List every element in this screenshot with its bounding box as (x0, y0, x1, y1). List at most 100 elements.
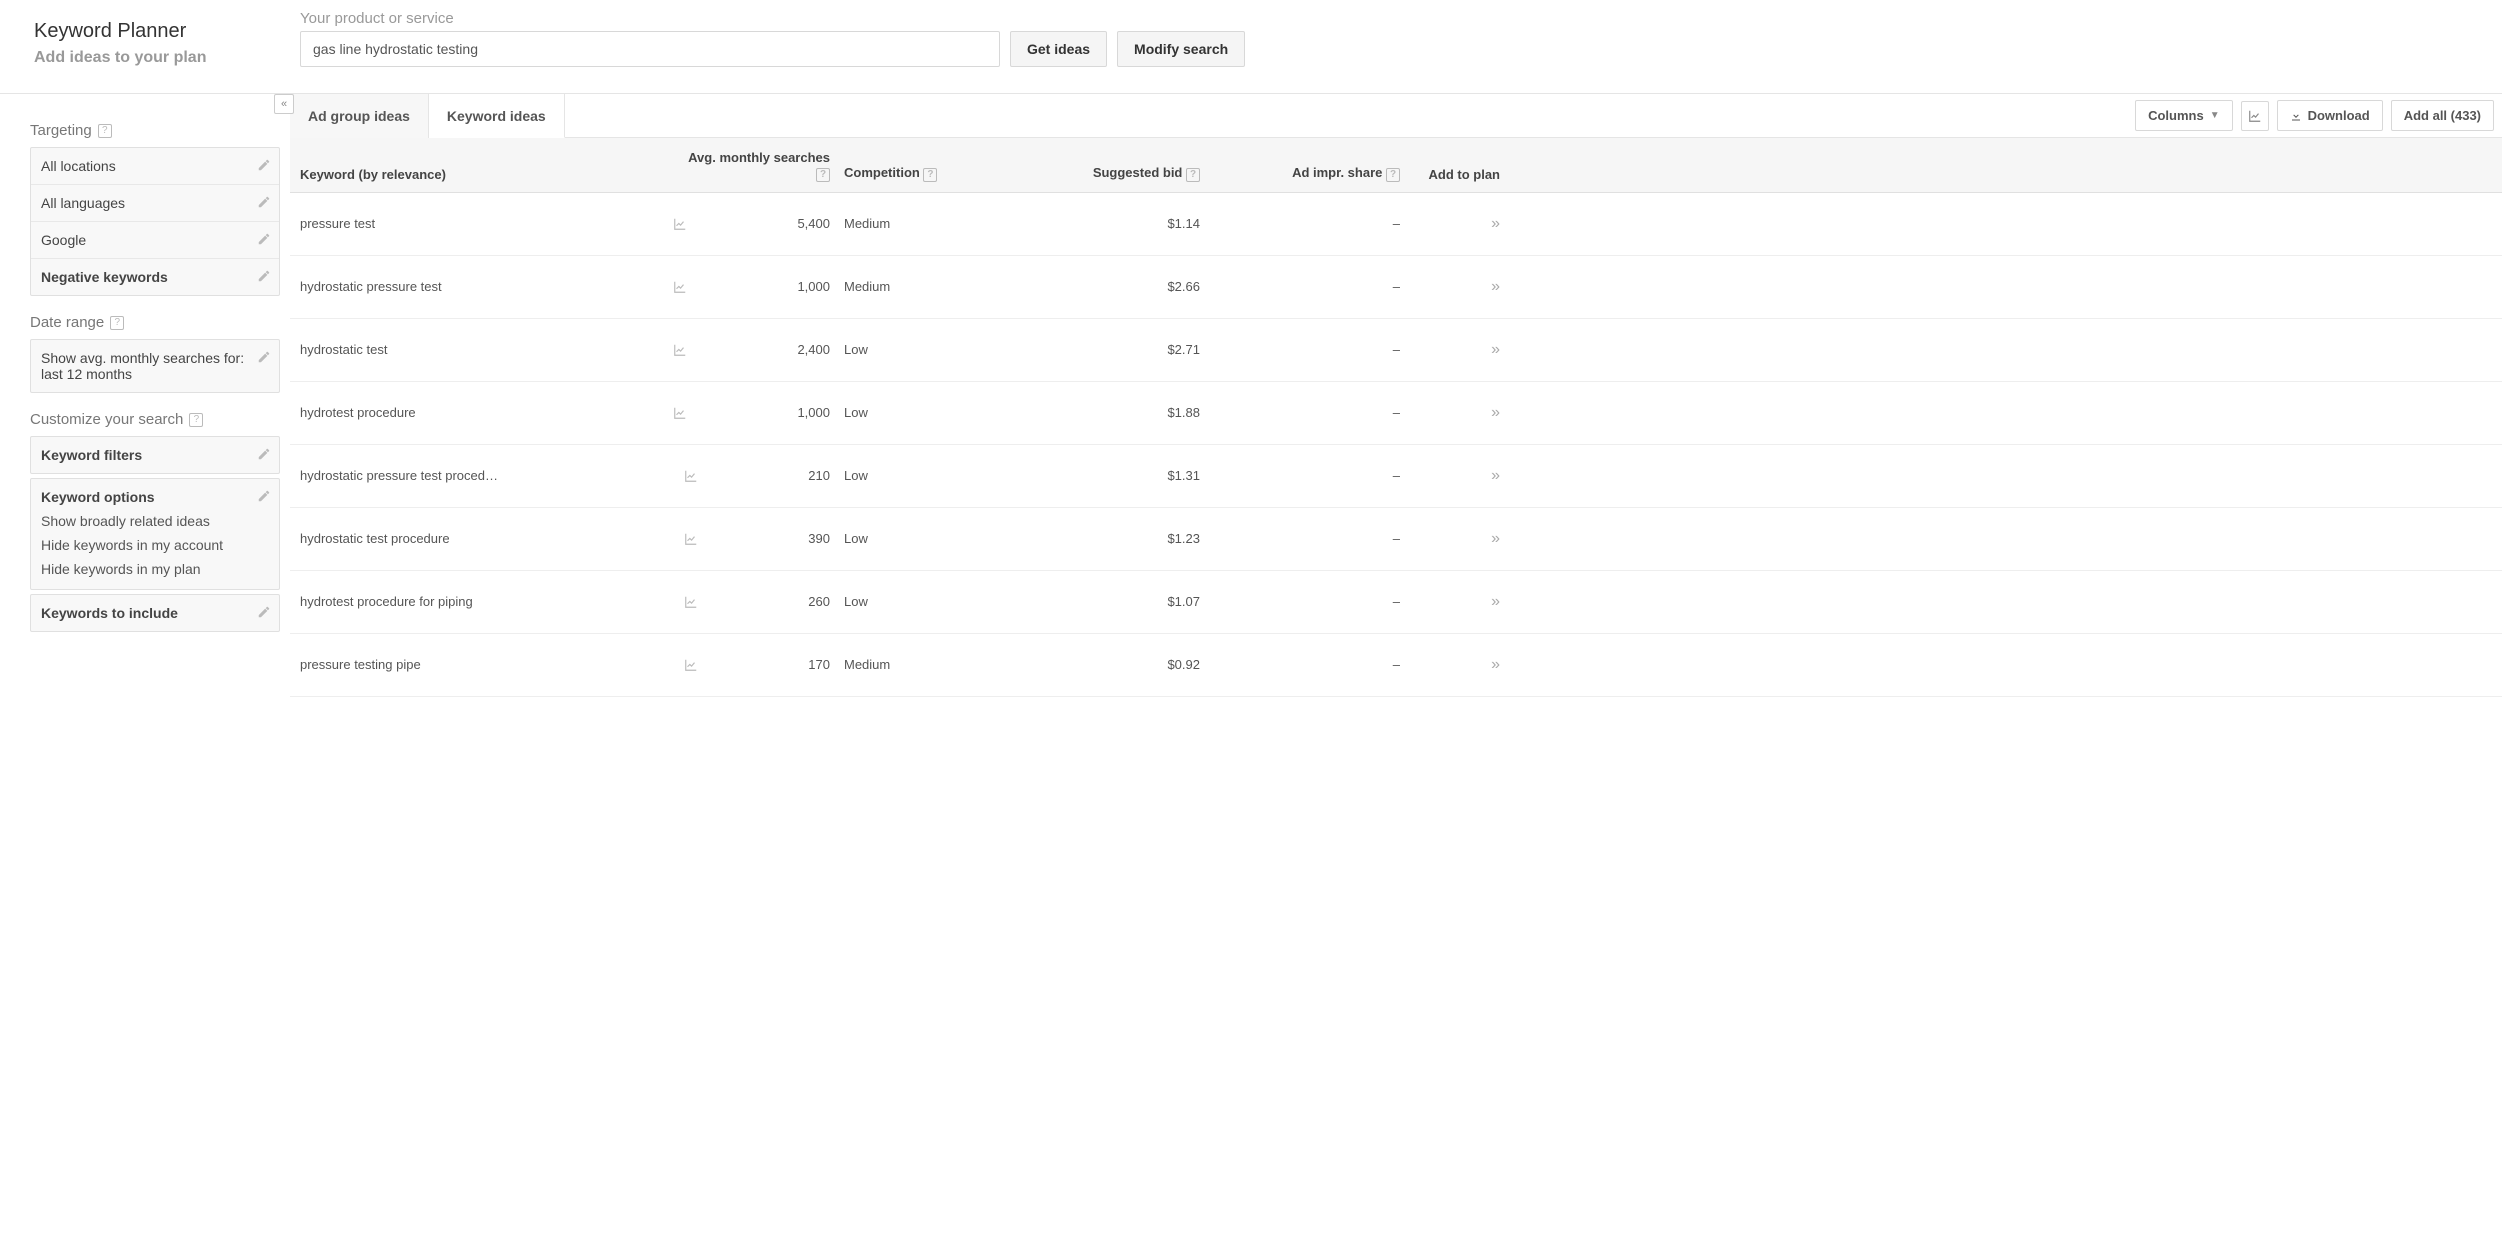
date-range-card[interactable]: Show avg. monthly searches for: last 12 … (30, 339, 280, 393)
add-to-plan-button[interactable]: » (1400, 215, 1500, 233)
keywords-include-card[interactable]: Keywords to include (30, 594, 280, 632)
cell-keyword[interactable]: hydrostatic pressure test (300, 279, 640, 294)
table-header: Keyword (by relevance) Avg. monthly sear… (290, 138, 2502, 193)
table-body: pressure test5,400Medium$1.14–» hydrostat… (290, 193, 2502, 697)
help-icon[interactable]: ? (189, 413, 203, 427)
add-to-plan-button[interactable]: » (1400, 593, 1500, 611)
cell-keyword[interactable]: hydrostatic pressure test proced… (300, 468, 640, 483)
pencil-icon[interactable] (257, 232, 271, 249)
chart-icon[interactable] (673, 217, 687, 231)
keyword-filters-card[interactable]: Keyword filters (30, 436, 280, 474)
keyword-options-label: Keyword options (41, 489, 155, 505)
search-input[interactable] (300, 31, 1000, 67)
help-icon[interactable]: ? (923, 168, 937, 182)
cell-bid: $2.66 (1030, 279, 1200, 294)
title-block: Keyword Planner Add ideas to your plan (0, 10, 300, 67)
keywords-include-item[interactable]: Keywords to include (31, 595, 279, 631)
cell-keyword[interactable]: pressure test (300, 216, 640, 231)
col-searches[interactable]: Avg. monthly searches ? (640, 150, 830, 182)
add-to-plan-button[interactable]: » (1400, 341, 1500, 359)
keyword-options-item[interactable]: Keyword options (31, 479, 279, 509)
chart-icon[interactable] (684, 595, 698, 609)
pencil-icon[interactable] (257, 195, 271, 212)
chart-icon[interactable] (673, 406, 687, 420)
targeting-item[interactable]: All locations (31, 148, 279, 185)
col-impr[interactable]: Ad impr. share ? (1200, 165, 1400, 182)
cell-searches: 1,000 (640, 405, 830, 420)
add-all-button[interactable]: Add all (433) (2391, 100, 2494, 131)
cell-keyword[interactable]: pressure testing pipe (300, 657, 640, 672)
chart-icon[interactable] (684, 532, 698, 546)
help-icon[interactable]: ? (816, 168, 830, 182)
cell-competition: Medium (830, 216, 1030, 231)
add-to-plan-button[interactable]: » (1400, 467, 1500, 485)
add-to-plan-button[interactable]: » (1400, 278, 1500, 296)
keyword-options-card[interactable]: Keyword options Show broadly related ide… (30, 478, 280, 590)
pencil-icon[interactable] (257, 447, 271, 464)
cell-searches: 5,400 (640, 216, 830, 231)
customize-heading: Customize your search ? (30, 411, 280, 428)
help-icon[interactable]: ? (110, 316, 124, 330)
pencil-icon[interactable] (257, 158, 271, 175)
table-row: hydrotest procedure for piping260Low$1.0… (290, 571, 2502, 634)
date-range-item[interactable]: Show avg. monthly searches for: last 12 … (31, 340, 279, 392)
col-competition[interactable]: Competition ? (830, 165, 1030, 182)
add-to-plan-button[interactable]: » (1400, 404, 1500, 422)
cell-searches: 2,400 (640, 342, 830, 357)
pencil-icon[interactable] (257, 605, 271, 622)
help-icon[interactable]: ? (1386, 168, 1400, 182)
cell-keyword[interactable]: hydrotest procedure (300, 405, 640, 420)
cell-keyword[interactable]: hydrostatic test (300, 342, 640, 357)
tab-keyword-ideas[interactable]: Keyword ideas (429, 94, 565, 138)
collapse-sidebar-button[interactable]: « (274, 94, 294, 114)
col-keyword[interactable]: Keyword (by relevance) (300, 167, 640, 182)
page-title: Keyword Planner (34, 20, 300, 43)
cell-impr: – (1200, 279, 1400, 294)
cell-searches: 390 (640, 531, 830, 546)
pencil-icon[interactable] (257, 269, 271, 286)
targeting-item[interactable]: All languages (31, 185, 279, 222)
pencil-icon[interactable] (257, 350, 271, 367)
cell-impr: – (1200, 531, 1400, 546)
page-subtitle: Add ideas to your plan (34, 49, 300, 67)
tab-ad-group-ideas[interactable]: Ad group ideas (290, 94, 429, 138)
keywords-include-label: Keywords to include (41, 605, 178, 621)
add-to-plan-button[interactable]: » (1400, 656, 1500, 674)
add-to-plan-button[interactable]: » (1400, 530, 1500, 548)
chart-icon[interactable] (684, 469, 698, 483)
date-range-heading: Date range ? (30, 314, 280, 331)
get-ideas-button[interactable]: Get ideas (1010, 31, 1107, 67)
download-label: Download (2308, 108, 2370, 123)
table-row: hydrostatic test2,400Low$2.71–» (290, 319, 2502, 382)
keyword-filters-item[interactable]: Keyword filters (31, 437, 279, 473)
targeting-item-label: All locations (41, 158, 116, 174)
pencil-icon[interactable] (257, 489, 271, 506)
col-bid[interactable]: Suggested bid ? (1030, 165, 1200, 182)
columns-button[interactable]: Columns ▼ (2135, 100, 2233, 131)
modify-search-button[interactable]: Modify search (1117, 31, 1245, 67)
cell-keyword[interactable]: hydrotest procedure for piping (300, 594, 640, 609)
help-icon[interactable]: ? (98, 124, 112, 138)
chart-icon[interactable] (684, 658, 698, 672)
targeting-heading-label: Targeting (30, 122, 92, 139)
targeting-item-label: Negative keywords (41, 269, 168, 285)
targeting-item[interactable]: Negative keywords (31, 259, 279, 295)
table-row: pressure test5,400Medium$1.14–» (290, 193, 2502, 256)
keyword-filters-label: Keyword filters (41, 447, 142, 463)
cell-impr: – (1200, 657, 1400, 672)
cell-bid: $1.31 (1030, 468, 1200, 483)
toolbar: Ad group ideas Keyword ideas Columns ▼ D… (290, 94, 2502, 138)
chart-icon[interactable] (673, 343, 687, 357)
col-searches-label: Avg. monthly searches (688, 150, 830, 165)
chart-toggle-button[interactable] (2241, 101, 2269, 131)
cell-keyword[interactable]: hydrostatic test procedure (300, 531, 640, 546)
cell-impr: – (1200, 594, 1400, 609)
download-button[interactable]: Download (2277, 100, 2383, 131)
cell-searches: 170 (640, 657, 830, 672)
targeting-item[interactable]: Google (31, 222, 279, 259)
main: Ad group ideas Keyword ideas Columns ▼ D… (290, 94, 2502, 697)
chart-icon[interactable] (673, 280, 687, 294)
chevron-down-icon: ▼ (2210, 110, 2220, 121)
cell-bid: $1.23 (1030, 531, 1200, 546)
help-icon[interactable]: ? (1186, 168, 1200, 182)
